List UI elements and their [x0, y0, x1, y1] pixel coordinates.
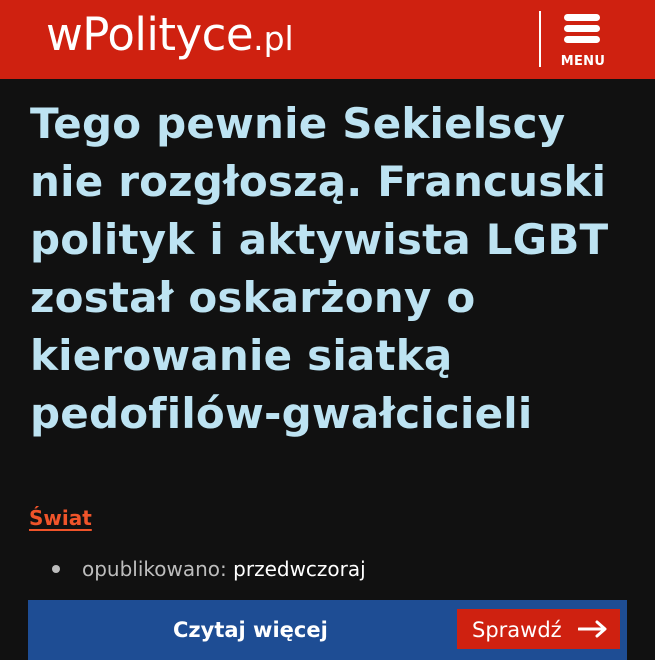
article-title: Tego pewnie Sekielscy nie rozgłoszą. Fra… — [30, 99, 609, 438]
logo-main-text: wPolityce — [46, 8, 254, 61]
bullet-icon — [52, 564, 60, 573]
menu-label: MENU — [560, 54, 606, 69]
logo-tld-text: .pl — [253, 19, 294, 58]
menu-button[interactable]: MENU — [556, 10, 610, 72]
read-more-link[interactable]: Czytaj więcej — [173, 618, 328, 642]
check-button-label: Sprawdź — [472, 618, 562, 642]
header-divider — [539, 11, 541, 67]
check-button[interactable]: Sprawdź — [457, 609, 620, 649]
published-value: przedwczoraj — [233, 557, 366, 581]
publish-info: opublikowano: przedwczoraj — [52, 557, 366, 581]
site-logo[interactable]: wPolityce.pl — [46, 8, 294, 61]
read-more-bar: Czytaj więcej Sprawdź — [28, 600, 627, 660]
site-header: wPolityce.pl MENU — [0, 0, 655, 79]
published-label: opublikowano: — [82, 557, 227, 581]
hamburger-menu-icon — [564, 14, 600, 44]
arrow-right-icon — [578, 620, 607, 638]
category-link[interactable]: Świat — [29, 506, 92, 530]
